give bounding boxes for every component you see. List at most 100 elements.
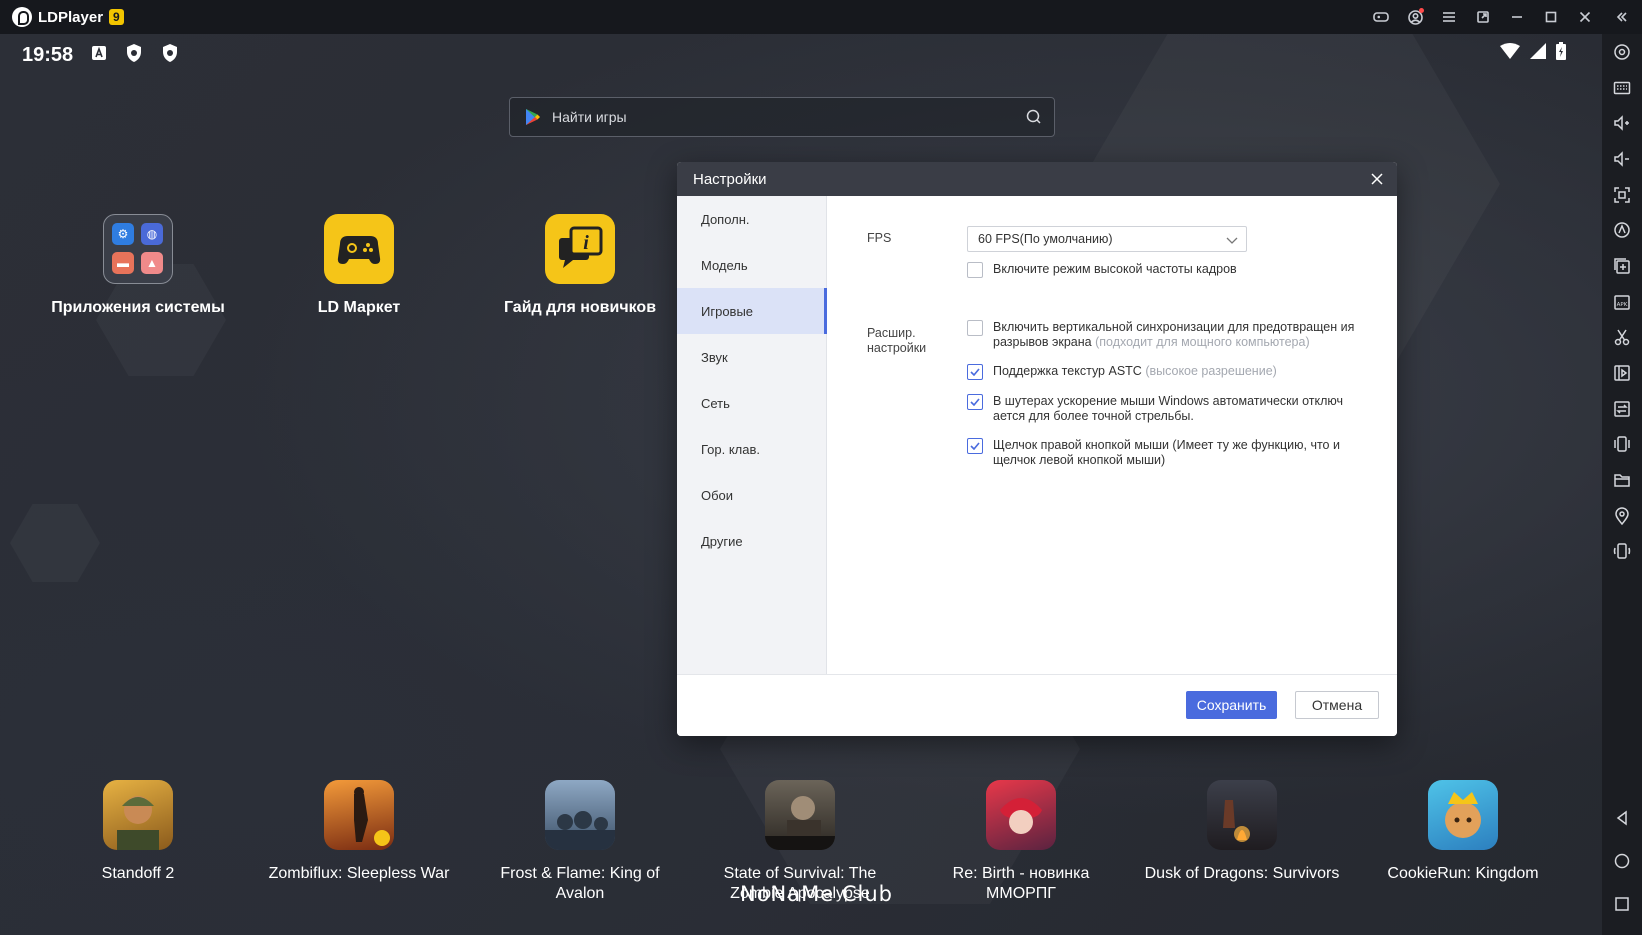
nav-item-other[interactable]: Другие — [677, 518, 826, 564]
window-mode-icon[interactable] — [1466, 0, 1500, 34]
fps-select[interactable]: 60 FPS(По умолчанию) — [967, 226, 1247, 252]
game-cookierun-kingdom[interactable]: CookieRun: Kingdom — [1358, 780, 1568, 884]
menu-icon[interactable] — [1432, 0, 1466, 34]
app-name: LDPlayer — [38, 8, 104, 26]
settings-nav: Дополн. Модель Игровые Звук Сеть Гор. кл… — [677, 196, 827, 674]
shield-icon — [125, 43, 143, 68]
game-standoff-2[interactable]: Standoff 2 — [33, 780, 243, 884]
system-apps-folder-icon: ⚙ ◍ ▬ ▲ — [103, 214, 173, 284]
game-zombiflux[interactable]: Zombiflux: Sleepless War — [254, 780, 464, 884]
account-icon[interactable] — [1398, 0, 1432, 34]
mouse-accel-checkbox[interactable] — [967, 394, 983, 410]
play-store-icon — [526, 109, 540, 125]
app-beginner-guide[interactable]: i Гайд для новичков — [475, 214, 685, 318]
app-ld-market[interactable]: LD Маркет — [254, 214, 464, 318]
browser-icon: ◍ — [141, 223, 163, 245]
frost-and-flame-icon — [545, 780, 615, 850]
game-search-bar[interactable]: Найти игры — [509, 97, 1055, 137]
astc-option[interactable]: Поддержка текстур ASTC (высокое разрешен… — [967, 364, 1367, 380]
app-label: Приложения системы — [51, 299, 225, 316]
ld-market-icon — [324, 214, 394, 284]
location-icon[interactable] — [1602, 498, 1642, 534]
notification-dot — [1419, 8, 1424, 13]
state-of-survival-icon — [765, 780, 835, 850]
mouse-accel-label: В шутерах ускорение мыши Windows автомат… — [993, 394, 1344, 423]
nav-item-network[interactable]: Сеть — [677, 380, 826, 426]
rotate-icon[interactable] — [1602, 534, 1642, 570]
nav-item-hotkeys[interactable]: Гор. клав. — [677, 426, 826, 472]
fullscreen-icon[interactable] — [1602, 177, 1642, 213]
advanced-label-line-2: настройки — [867, 341, 927, 355]
right-click-label: Щелчок правой кнопкой мыши (Имеет ту же … — [993, 438, 1340, 467]
right-click-option[interactable]: Щелчок правой кнопкой мыши (Имеет ту же … — [967, 438, 1367, 468]
battery-icon — [1556, 42, 1566, 65]
background-hexagon — [10, 504, 100, 582]
vsync-label: Включить вертикальной синхронизации для … — [993, 320, 1367, 350]
notification-a-icon — [91, 45, 107, 66]
game-label: Frost & Flame: King of Avalon — [500, 865, 660, 902]
nav-item-gaming[interactable]: Игровые — [677, 288, 827, 334]
status-bar-right — [1500, 42, 1566, 65]
status-bar: 19:58 — [22, 40, 179, 70]
right-toolbar: APK — [1602, 34, 1642, 935]
save-button[interactable]: Сохранить — [1186, 691, 1277, 719]
record-video-icon[interactable] — [1602, 355, 1642, 391]
nav-item-wallpaper[interactable]: Обои — [677, 472, 826, 518]
search-input[interactable]: Найти игры — [552, 109, 1014, 125]
multi-instance-icon[interactable] — [1602, 248, 1642, 284]
astc-checkbox[interactable] — [967, 364, 983, 380]
nav-item-sound[interactable]: Звук — [677, 334, 826, 380]
vsync-option[interactable]: Включить вертикальной синхронизации для … — [967, 320, 1367, 350]
dusk-of-dragons-icon — [1207, 780, 1277, 850]
high-fps-label: Включите режим высокой частоты кадров — [993, 262, 1237, 276]
search-icon[interactable] — [1014, 97, 1054, 137]
macro-icon[interactable] — [1602, 212, 1642, 248]
vsync-checkbox[interactable] — [967, 320, 983, 336]
zombiflux-icon — [324, 780, 394, 850]
high-fps-checkbox[interactable] — [967, 262, 983, 278]
dialog-header: Настройки — [677, 162, 1397, 196]
home-icon[interactable] — [1602, 839, 1642, 882]
astc-label: Поддержка текстур ASTC (высокое разрешен… — [993, 364, 1277, 379]
keyboard-icon[interactable] — [1602, 70, 1642, 106]
game-re-birth[interactable]: Re: Birth - новинка ММОРПГ — [916, 780, 1126, 904]
beginner-guide-icon: i — [545, 214, 615, 284]
game-dusk-of-dragons[interactable]: Dusk of Dragons: Survivors — [1137, 780, 1347, 884]
clock: 19:58 — [22, 43, 74, 66]
cancel-button[interactable]: Отмена — [1295, 691, 1379, 719]
wifi-icon — [1500, 43, 1520, 64]
gamepad-icon[interactable] — [1364, 0, 1398, 34]
high-fps-option[interactable]: Включите режим высокой частоты кадров — [967, 262, 1367, 278]
settings-body: FPS 60 FPS(По умолчанию) Включите режим … — [827, 196, 1397, 674]
watermark: NoNaMe Club — [740, 882, 893, 906]
close-icon[interactable] — [1568, 0, 1602, 34]
re-birth-icon — [986, 780, 1056, 850]
files-icon: ▬ — [112, 252, 134, 274]
settings-icon[interactable] — [1602, 34, 1642, 70]
vsync-hint: (подходит для мощного компьютера) — [1095, 335, 1310, 349]
nav-item-advanced[interactable]: Дополн. — [677, 196, 826, 242]
game-label: CookieRun: Kingdom — [1387, 865, 1539, 882]
mouse-accel-option[interactable]: В шутерах ускорение мыши Windows автомат… — [967, 394, 1367, 424]
back-icon[interactable] — [1602, 796, 1642, 839]
scissors-icon[interactable] — [1602, 320, 1642, 356]
fps-select-value: 60 FPS(По умолчанию) — [978, 232, 1113, 246]
settings-dialog: Настройки Дополн. Модель Игровые Звук Се… — [677, 162, 1397, 736]
standoff-2-icon — [103, 780, 173, 850]
minimize-icon[interactable] — [1500, 0, 1534, 34]
collapse-toolbar-icon[interactable] — [1602, 0, 1642, 34]
apk-install-icon[interactable]: APK — [1602, 284, 1642, 320]
app-system-apps[interactable]: ⚙ ◍ ▬ ▲ Приложения системы — [33, 214, 243, 318]
maximize-icon[interactable] — [1534, 0, 1568, 34]
game-label: Re: Birth - новинка ММОРПГ — [952, 865, 1090, 902]
shake-icon[interactable] — [1602, 427, 1642, 463]
volume-up-icon[interactable] — [1602, 105, 1642, 141]
sync-icon[interactable] — [1602, 391, 1642, 427]
volume-down-icon[interactable] — [1602, 141, 1642, 177]
folder-icon[interactable] — [1602, 462, 1642, 498]
nav-item-model[interactable]: Модель — [677, 242, 826, 288]
dialog-close-icon[interactable] — [1367, 169, 1387, 189]
recents-icon[interactable] — [1602, 882, 1642, 925]
game-frost-and-flame[interactable]: Frost & Flame: King of Avalon — [475, 780, 685, 904]
right-click-checkbox[interactable] — [967, 438, 983, 454]
